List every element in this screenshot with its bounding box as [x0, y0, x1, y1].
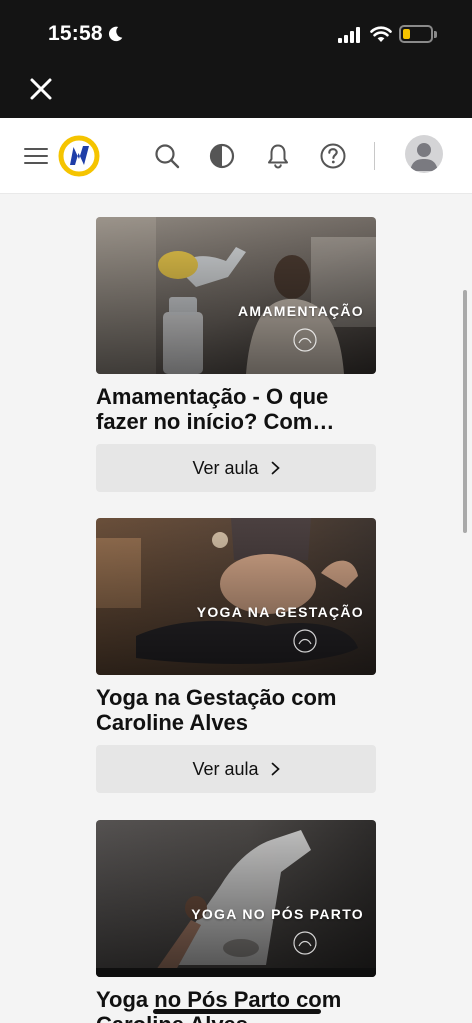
lesson-title[interactable]: Yoga no Pós Parto com Caroline Alves: [96, 987, 376, 1023]
lesson-card: YOGA NO PÓS PARTO Yoga no Pós Parto com …: [96, 820, 376, 1023]
brand-logo-icon[interactable]: [58, 135, 100, 177]
moon-icon: [108, 26, 123, 42]
app-header: [0, 118, 472, 194]
lesson-thumbnail[interactable]: YOGA NO PÓS PARTO: [96, 820, 376, 977]
battery-level: [403, 29, 410, 39]
thumbnail-label: AMAMENTAÇÃO: [237, 303, 364, 319]
battery-icon: [399, 25, 433, 43]
breastfeeding-photo: [96, 217, 376, 374]
help-icon[interactable]: [319, 142, 347, 170]
pregnancy-yoga-photo: [96, 518, 376, 675]
chevron-right-icon: [271, 461, 280, 475]
watermark-logo-icon: [293, 629, 317, 653]
ver-aula-button[interactable]: Ver aula: [96, 745, 376, 793]
status-bar: 15:58: [0, 0, 472, 62]
hamburger-menu-icon[interactable]: [22, 142, 50, 170]
close-icon[interactable]: [28, 76, 54, 102]
header-divider: [374, 142, 375, 170]
signal-bars-icon: [338, 27, 360, 43]
lesson-thumbnail[interactable]: AMAMENTAÇÃO: [96, 217, 376, 374]
battery-nub: [434, 31, 437, 38]
thumbnail-label: YOGA NA GESTAÇÃO: [196, 604, 364, 620]
thumbnail-label: YOGA NO PÓS PARTO: [191, 906, 364, 922]
lesson-title[interactable]: Yoga na Gestação com Caroline Alves: [96, 685, 376, 735]
wifi-icon: [370, 26, 392, 42]
scrollbar[interactable]: [463, 290, 467, 533]
lesson-thumbnail[interactable]: YOGA NA GESTAÇÃO: [96, 518, 376, 675]
ver-aula-button[interactable]: Ver aula: [96, 444, 376, 492]
chevron-right-icon: [271, 762, 280, 776]
ver-aula-label: Ver aula: [192, 457, 259, 478]
avatar-icon[interactable]: [405, 135, 443, 173]
close-bar: [0, 62, 472, 118]
search-icon[interactable]: [153, 142, 181, 170]
watermark-logo-icon: [293, 328, 317, 352]
watermark-logo-icon: [293, 931, 317, 955]
status-time: 15:58: [48, 22, 103, 45]
contrast-icon[interactable]: [208, 142, 236, 170]
postpartum-yoga-photo: [96, 820, 376, 977]
lesson-title[interactable]: Amamentação - O que fazer no início? Com…: [96, 384, 376, 434]
ver-aula-label: Ver aula: [192, 758, 259, 779]
lesson-card: AMAMENTAÇÃO Amamentação - O que fazer no…: [96, 217, 376, 492]
lesson-card: YOGA NA GESTAÇÃO Yoga na Gestação com Ca…: [96, 518, 376, 793]
home-indicator[interactable]: [153, 1009, 321, 1014]
user-silhouette-icon: [410, 143, 438, 171]
bell-icon[interactable]: [264, 142, 292, 170]
